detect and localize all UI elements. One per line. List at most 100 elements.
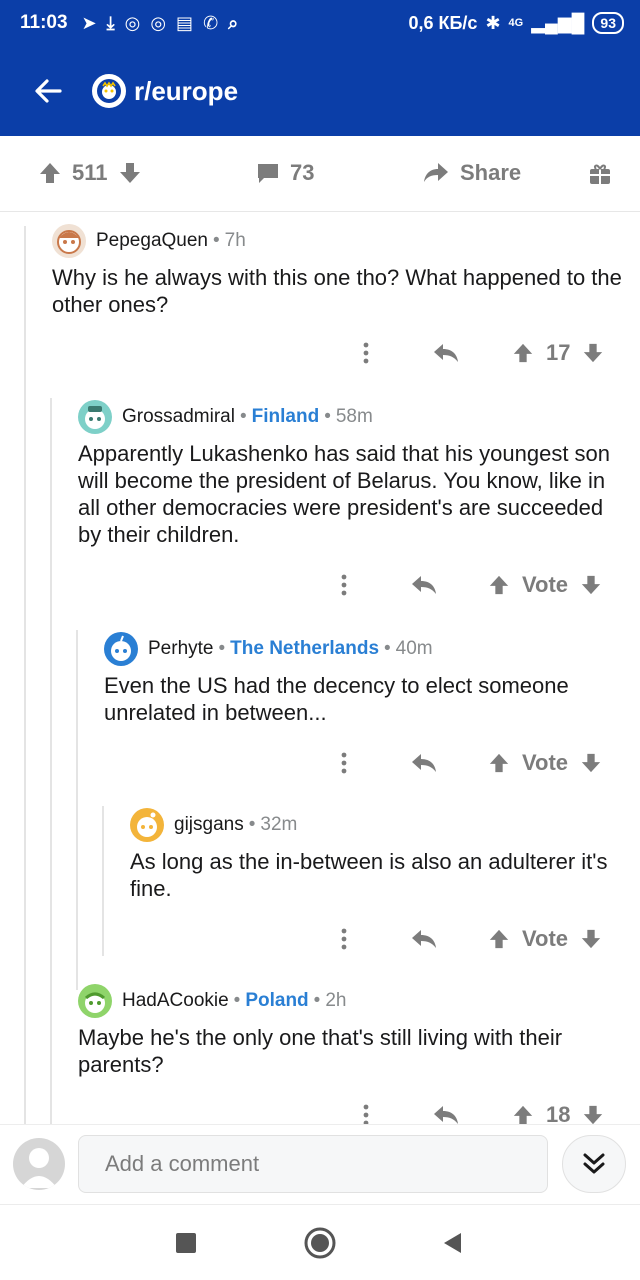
comment-body: Apparently Lukashenko has said that his … [78,441,611,547]
post-action-bar: 511 73 Share [0,136,640,212]
upvote-icon[interactable] [38,161,62,185]
comment-count: 73 [290,160,315,185]
circle-icon [304,1227,336,1259]
comment-composer: Add a comment [0,1124,640,1204]
jump-to-next-comment-button[interactable] [562,1135,626,1193]
reply-button[interactable] [432,342,460,364]
avatar[interactable] [52,224,86,258]
share-icon [424,163,448,182]
comment-author[interactable]: Perhyte [148,638,213,660]
avatar[interactable] [78,984,112,1018]
subreddit-name[interactable]: r/europe [134,76,238,107]
share-label: Share [460,160,522,185]
more-icon [363,342,369,364]
triangle-back-icon [444,1233,461,1253]
signal-icon: ▂▄▆█ [531,12,585,33]
more-icon [341,928,347,950]
square-icon [176,1233,196,1253]
reply-button[interactable] [410,752,438,774]
comments-button[interactable]: 73 [256,160,314,186]
upvote-icon[interactable] [512,342,534,364]
vote-group: Vote [488,926,602,952]
downvote-icon[interactable] [580,574,602,596]
comment-age: 58m [335,406,373,427]
gift-icon [590,164,610,184]
comment-age: 40m [395,638,433,659]
vote-group: 17 [512,340,604,366]
more-icon [363,1104,369,1124]
reply-button[interactable] [432,1104,460,1124]
comment-author[interactable]: Grossadmiral [122,406,235,428]
comment-author[interactable]: HadACookie [122,990,229,1012]
comment-author[interactable]: PepegaQuen [96,230,208,252]
home-button[interactable] [302,1225,338,1261]
user-flair: The Netherlands [230,638,380,659]
downvote-icon[interactable] [582,342,604,364]
comment-input[interactable]: Add a comment [78,1135,548,1193]
user-avatar[interactable] [13,1138,65,1190]
upvote-icon[interactable] [488,574,510,596]
comment-body: Even the US had the decency to elect som… [104,673,569,725]
thread-line[interactable] [102,806,104,956]
more-options-button[interactable] [356,1104,376,1124]
reply-icon [412,754,436,772]
reply-icon [434,1106,458,1124]
comment-age: 32m [260,814,298,835]
more-icon [341,574,347,596]
system-nav-bar [0,1204,640,1280]
back-nav-button[interactable] [434,1225,470,1261]
default-avatar-icon [21,1148,57,1188]
viber-icon: ✆ [203,12,219,33]
upvote-icon[interactable] [488,928,510,950]
comment-age: 7h [224,230,246,251]
downvote-icon[interactable] [582,1104,604,1124]
more-options-button[interactable] [356,342,376,364]
instagram-icon-2: ◎ [150,12,167,33]
snoo-avatar-icon [85,992,105,1013]
upvote-icon[interactable] [512,1104,534,1124]
avatar[interactable] [130,808,164,842]
comment-score: Vote [522,926,569,951]
downvote-icon[interactable] [118,161,142,185]
comment-score: Vote [522,572,569,597]
more-options-button[interactable] [334,928,354,950]
thread-line[interactable] [24,226,26,1124]
vote-group: Vote [488,750,602,776]
share-button[interactable]: Share [422,160,521,186]
upvote-icon[interactable] [488,752,510,774]
recents-button[interactable] [168,1225,204,1261]
thread-line[interactable] [76,630,78,990]
bluetooth-icon: ✱ [485,12,501,33]
avatar[interactable] [104,632,138,666]
thread-line[interactable] [50,398,52,1124]
reply-icon [412,930,436,948]
post-vote-count: 511 [72,160,108,185]
avatar[interactable] [78,400,112,434]
user-flair: Finland [251,406,320,427]
more-options-button[interactable] [334,574,354,596]
status-time: 11:03 [20,12,68,33]
battery-indicator: 93 [592,12,624,34]
comment-body: Maybe he's the only one that's still liv… [78,1025,563,1077]
award-button[interactable] [588,162,612,186]
comment-score: Vote [522,750,569,775]
downvote-icon[interactable] [580,928,602,950]
snoo-avatar-icon [111,635,131,661]
snoo-avatar-icon [85,406,105,429]
reply-icon [434,344,458,362]
download-icon: ⤓ [106,12,115,33]
back-button[interactable] [28,71,68,111]
reply-button[interactable] [410,574,438,596]
snoo-avatar-icon [137,812,157,837]
comments-list: PepegaQuen • 7h Why is he always with th… [0,212,640,1124]
status-bar: 11:03 ➤ ⤓ ◎ ◎ ▤ ✆ ⌕ 0,6 КБ/с ✱ 4G ▂▄▆█ 9… [0,0,640,46]
user-flair: Poland [245,990,309,1011]
reply-button[interactable] [410,928,438,950]
news-icon: ▤ [176,12,194,33]
downvote-icon[interactable] [580,752,602,774]
subreddit-icon[interactable] [92,74,126,108]
more-options-button[interactable] [334,752,354,774]
comment-author[interactable]: gijsgans [174,814,244,836]
telegram-icon: ➤ [81,12,97,33]
reply-icon [412,576,436,594]
